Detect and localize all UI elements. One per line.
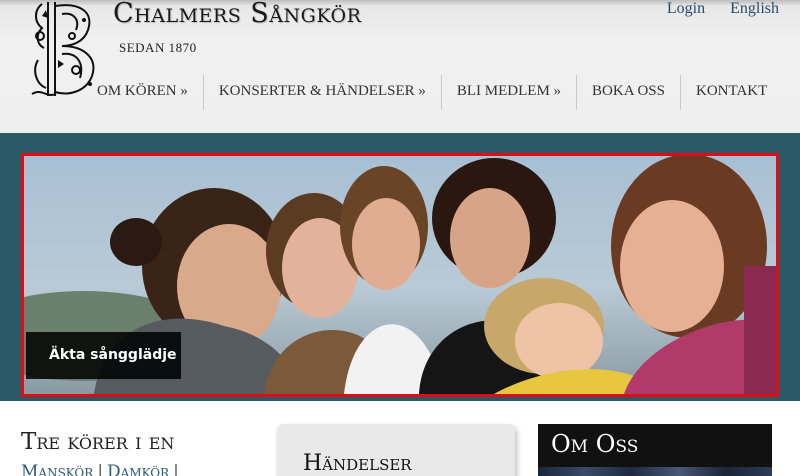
about-panel: Om Oss xyxy=(538,424,772,476)
site-subtitle: SEDAN 1870 xyxy=(119,40,197,55)
hero-slide[interactable]: Äkta sångglädje xyxy=(21,153,779,397)
link-separator: | xyxy=(97,462,104,476)
site-header: Chalmers Sångkör SEDAN 1870 Login Englis… xyxy=(0,0,800,133)
login-link[interactable]: Login xyxy=(667,0,705,18)
hero-section: Äkta sångglädje xyxy=(0,133,800,401)
events-panel: Händelser xyxy=(277,424,515,476)
manskor-link[interactable]: Manskör xyxy=(21,462,93,476)
nav-item-om-koren[interactable]: OM KÖREN » xyxy=(81,75,203,110)
choirs-links: Manskör | Damkör | xyxy=(21,462,183,476)
nav-item-konserter[interactable]: KONSERTER & HÄNDELSER » xyxy=(202,75,441,110)
site-title[interactable]: Chalmers Sångkör xyxy=(113,0,361,29)
events-heading: Händelser xyxy=(303,451,412,476)
about-image xyxy=(538,467,772,476)
damkor-link[interactable]: Damkör xyxy=(107,462,169,476)
english-link[interactable]: English xyxy=(730,0,779,18)
about-heading: Om Oss xyxy=(551,430,639,458)
top-links: Login English xyxy=(667,0,779,18)
main-nav: OM KÖREN » KONSERTER & HÄNDELSER » BLI M… xyxy=(81,75,782,110)
choirs-heading: Tre körer i en xyxy=(21,429,175,455)
link-separator: | xyxy=(173,462,179,476)
nav-item-bli-medlem[interactable]: BLI MEDLEM » xyxy=(440,75,576,110)
nav-item-boka-oss[interactable]: BOKA OSS xyxy=(576,75,680,110)
nav-item-kontakt[interactable]: KONTAKT xyxy=(680,75,782,110)
hero-caption: Äkta sångglädje xyxy=(26,332,181,379)
